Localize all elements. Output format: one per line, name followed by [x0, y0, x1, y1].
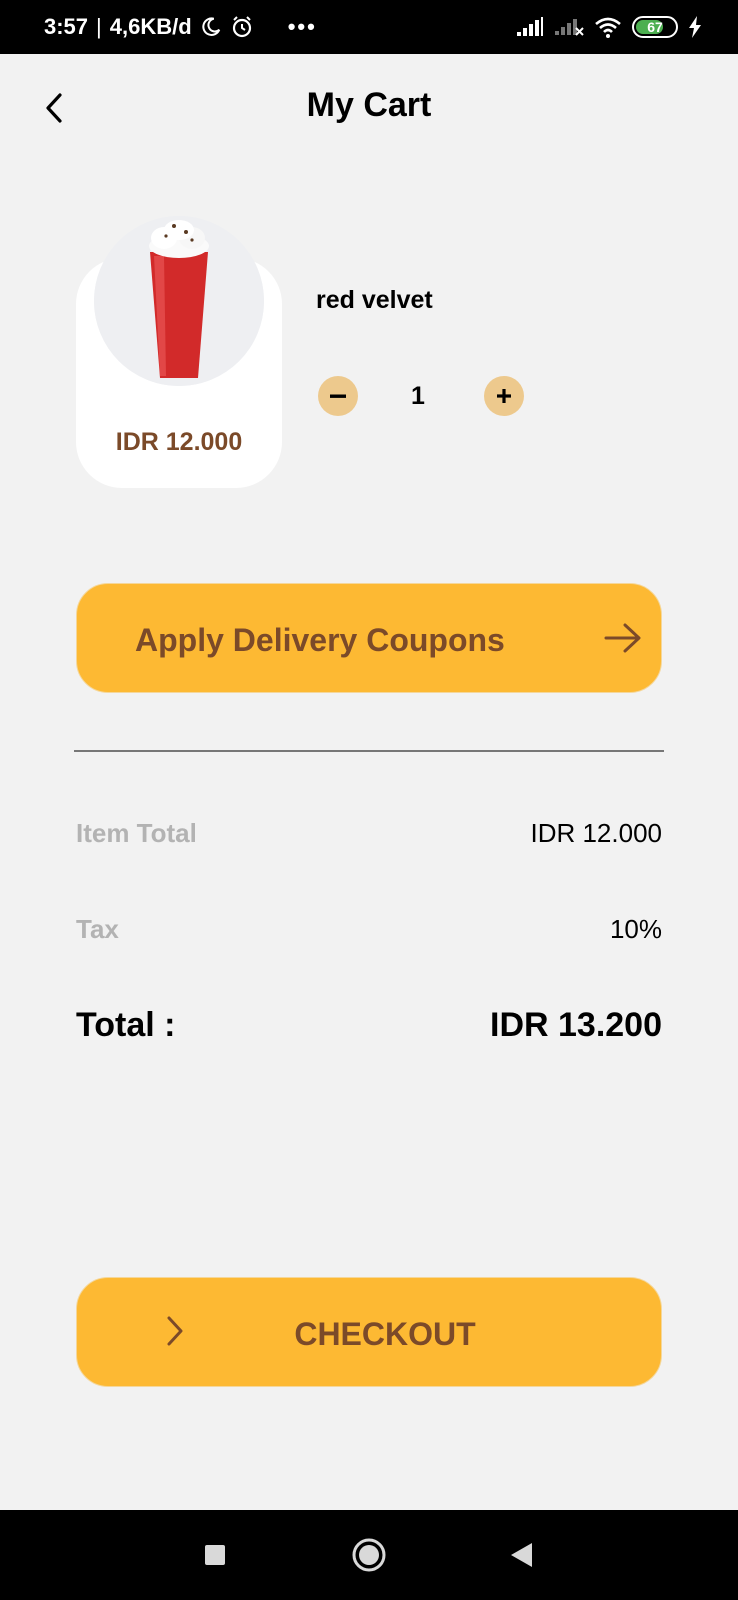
battery-level: 67 [647, 19, 663, 35]
status-right: 67 [516, 0, 702, 54]
tax-label: Tax [76, 914, 119, 944]
item-total-label: Item Total [76, 818, 197, 848]
tax-value: 10% [609, 914, 662, 944]
total-label: Total : [76, 1006, 176, 1044]
item-total-value: IDR 12.000 [530, 818, 662, 848]
quantity-increase-button[interactable] [484, 376, 524, 416]
checkout-label: CHECKOUT [294, 1316, 476, 1352]
home-button[interactable] [346, 1532, 392, 1578]
status-bar: 3:57 | 4,6KB/d ••• 67 [0, 0, 738, 54]
status-network-speed: 4,6KB/d [109, 14, 192, 39]
plus-icon [497, 389, 511, 403]
arrow-right-icon [603, 622, 643, 659]
apply-coupons-label: Apply Delivery Coupons [135, 622, 505, 658]
signal-off-icon [554, 16, 584, 38]
charging-icon [688, 16, 702, 38]
back-icon [511, 1543, 532, 1567]
more-notifications-icon: ••• [287, 14, 317, 39]
total-value: IDR 13.200 [490, 1006, 662, 1044]
recents-icon [205, 1545, 225, 1565]
signal-icon [516, 17, 544, 37]
moon-icon [200, 16, 222, 38]
apply-coupons-button[interactable]: Apply Delivery Coupons [76, 583, 662, 693]
minus-icon [330, 394, 346, 398]
home-icon [352, 1538, 386, 1572]
item-price: IDR 12.000 [115, 428, 243, 456]
wifi-icon [594, 16, 622, 38]
battery-icon: 67 [632, 16, 678, 38]
recents-button[interactable] [192, 1532, 238, 1578]
system-nav-bar [0, 1510, 738, 1600]
product-image [94, 216, 264, 386]
quantity-decrease-button[interactable] [318, 376, 358, 416]
quantity-value: 1 [411, 382, 425, 410]
status-time: 3:57 [44, 14, 89, 39]
checkout-button[interactable]: CHECKOUT [76, 1277, 662, 1387]
item-name: red velvet [316, 286, 433, 314]
status-left: 3:57 | 4,6KB/d ••• [44, 0, 317, 54]
system-back-button[interactable] [498, 1532, 544, 1578]
alarm-icon [230, 15, 254, 39]
status-separator: | [96, 14, 102, 39]
divider [74, 750, 664, 752]
page-title: My Cart [306, 86, 432, 124]
